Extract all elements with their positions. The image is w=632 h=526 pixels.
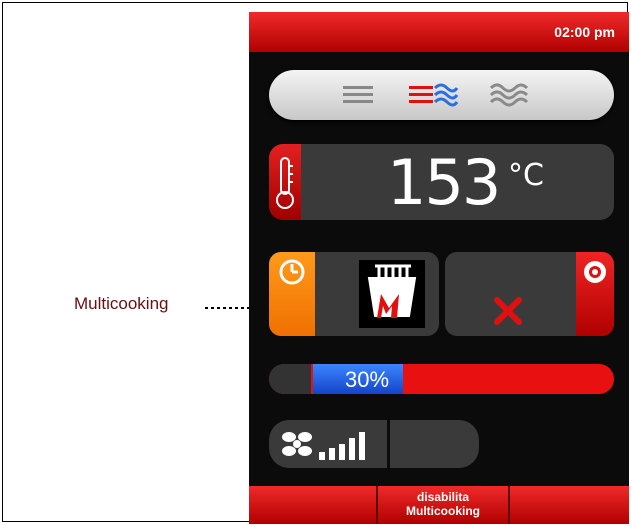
convection-heat-icon[interactable] <box>407 80 459 110</box>
fan-panel[interactable] <box>269 420 479 468</box>
cancel-x-icon[interactable] <box>493 296 523 326</box>
progress-bar-start <box>269 364 311 394</box>
multicooking-button[interactable] <box>359 260 425 328</box>
fan-icon <box>282 432 312 456</box>
temperature-button[interactable] <box>269 144 301 220</box>
record-button[interactable] <box>576 252 614 336</box>
temperature-value: 153 <box>387 146 501 219</box>
thermometer-icon <box>276 157 294 209</box>
disable-multicooking-label-line2: Multicooking <box>406 504 480 518</box>
multicooking-icon <box>367 264 417 318</box>
bottom-button-bar: disabilita Multicooking <box>249 486 629 524</box>
progress-label: 30% <box>345 367 390 392</box>
static-heat-icon[interactable] <box>341 80 375 110</box>
fan-speed-bars-icon <box>319 432 365 460</box>
clock-icon <box>279 259 305 285</box>
oven-control-screen: 02:00 pm 153 °C 30% disabilita Multicook… <box>249 12 629 524</box>
callout-label: Multicooking <box>74 294 169 313</box>
temperature-unit: °C <box>508 158 544 193</box>
bottom-separator <box>508 486 510 524</box>
status-bar: 02:00 pm <box>249 12 629 52</box>
humidity-heat-icon[interactable] <box>489 80 529 110</box>
progress-bar[interactable]: 30% <box>269 364 614 394</box>
timer-button[interactable] <box>269 252 315 336</box>
clock-time: 02:00 pm <box>554 24 615 40</box>
cooking-mode-selector[interactable] <box>269 70 614 120</box>
stop-panel[interactable] <box>445 252 614 336</box>
fan-divider <box>387 420 390 468</box>
disable-multicooking-label-line1: disabilita <box>416 490 469 504</box>
record-icon <box>584 261 606 283</box>
timer-panel[interactable] <box>269 252 439 336</box>
temperature-panel[interactable]: 153 °C <box>269 144 614 220</box>
disable-multicooking-button[interactable]: disabilita Multicooking <box>377 486 509 524</box>
